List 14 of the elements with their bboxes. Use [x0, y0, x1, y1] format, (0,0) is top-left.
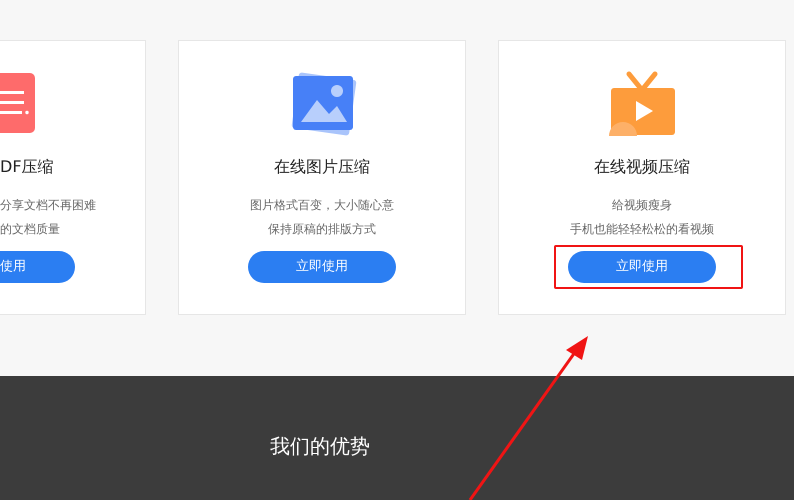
card-description: 给视频瘦身	[612, 197, 672, 214]
card-description: 保持原稿的排版方式	[268, 221, 376, 238]
card-description: 分享文档不再困难	[0, 197, 96, 214]
use-now-button[interactable]: 使用	[0, 251, 75, 283]
use-now-button[interactable]: 立即使用	[568, 251, 716, 283]
card-title: DF压缩	[0, 156, 54, 178]
card-title: 在线图片压缩	[274, 156, 370, 178]
section-title: 我们的优势	[269, 433, 371, 460]
use-now-button[interactable]: 立即使用	[248, 251, 396, 283]
card-title: 在线视频压缩	[594, 156, 690, 178]
card-description: 的文档质量	[0, 221, 60, 238]
card-description: 手机也能轻轻松松的看视频	[570, 221, 714, 238]
card-description: 图片格式百变，大小随心意	[250, 197, 394, 214]
tv-play-icon	[609, 70, 675, 136]
